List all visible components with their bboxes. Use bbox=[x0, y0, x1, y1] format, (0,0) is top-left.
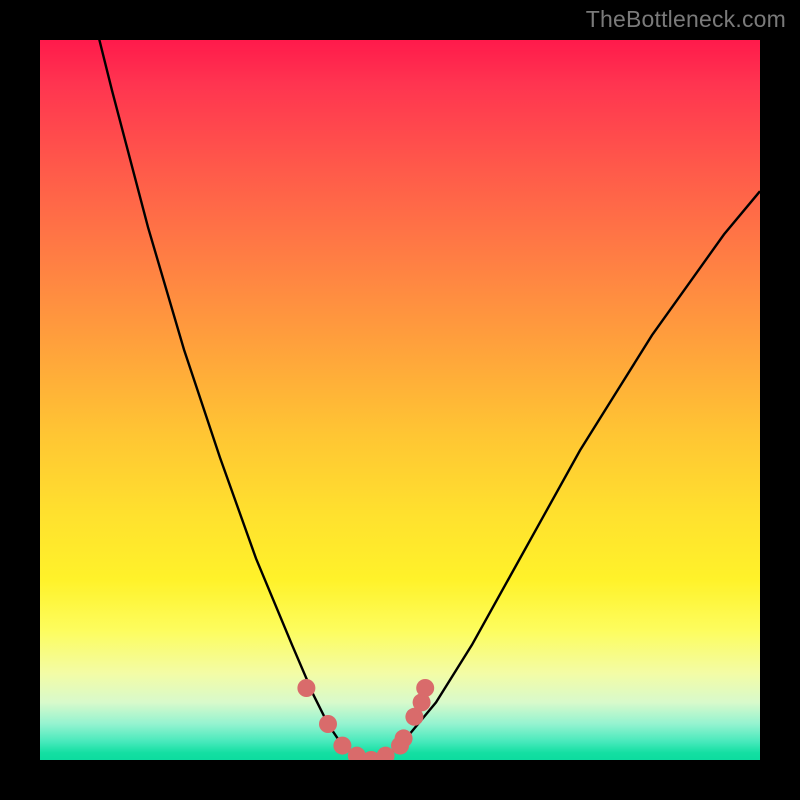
chart-svg bbox=[40, 40, 760, 760]
plot-outer bbox=[40, 40, 760, 760]
highlight-dot bbox=[297, 679, 315, 697]
plot-area bbox=[40, 40, 760, 760]
highlight-dots bbox=[297, 679, 434, 760]
highlight-dot bbox=[319, 715, 337, 733]
highlight-dot bbox=[395, 729, 413, 747]
highlight-dot bbox=[416, 679, 434, 697]
bottleneck-curve bbox=[40, 40, 760, 760]
curve-path bbox=[40, 40, 760, 760]
chart-frame: TheBottleneck.com bbox=[0, 0, 800, 800]
watermark-text: TheBottleneck.com bbox=[586, 6, 786, 33]
